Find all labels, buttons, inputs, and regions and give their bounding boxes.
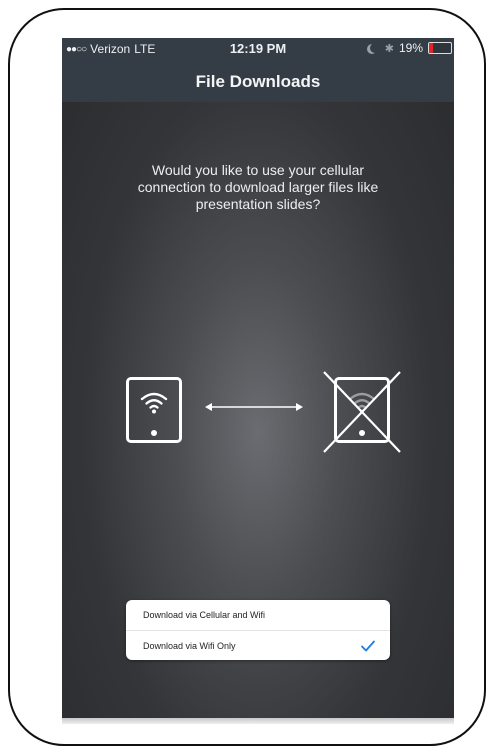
navigation-bar: ●●○○ Verizon LTE 12:19 PM ✱ 19% File Dow…: [62, 38, 454, 102]
status-bar: ●●○○ Verizon LTE 12:19 PM ✱ 19%: [62, 38, 454, 60]
battery-fill: [429, 43, 434, 53]
option-wifi-only[interactable]: Download via Wifi Only: [126, 630, 390, 660]
page: ●●○○ Verizon LTE 12:19 PM ✱ 19% File Dow…: [0, 0, 492, 755]
option-label: Download via Wifi Only: [143, 641, 236, 651]
wifi-icon: [140, 392, 168, 414]
cross-out-icon: [323, 371, 401, 453]
checkmark-icon: [361, 640, 375, 652]
screen-bottom-edge: [62, 718, 454, 724]
tablet-wifi-icon: [126, 377, 182, 443]
battery-icon: [428, 42, 452, 54]
download-options-card: Download via Cellular and Wifi Download …: [126, 600, 390, 660]
phone-screen: ●●○○ Verizon LTE 12:19 PM ✱ 19% File Dow…: [62, 38, 454, 718]
do-not-disturb-icon: [370, 43, 380, 53]
status-right: ✱ 19%: [366, 41, 452, 55]
option-label: Download via Cellular and Wifi: [143, 610, 266, 620]
bluetooth-icon: ✱: [384, 42, 394, 55]
page-title: File Downloads: [195, 72, 321, 91]
home-button-icon: [151, 430, 157, 436]
option-cellular-and-wifi[interactable]: Download via Cellular and Wifi: [126, 600, 390, 630]
cellular-download-prompt: Would you like to use your cellular conn…: [137, 162, 379, 212]
double-arrow-icon: [205, 403, 303, 411]
battery-percent: 19%: [398, 41, 423, 55]
